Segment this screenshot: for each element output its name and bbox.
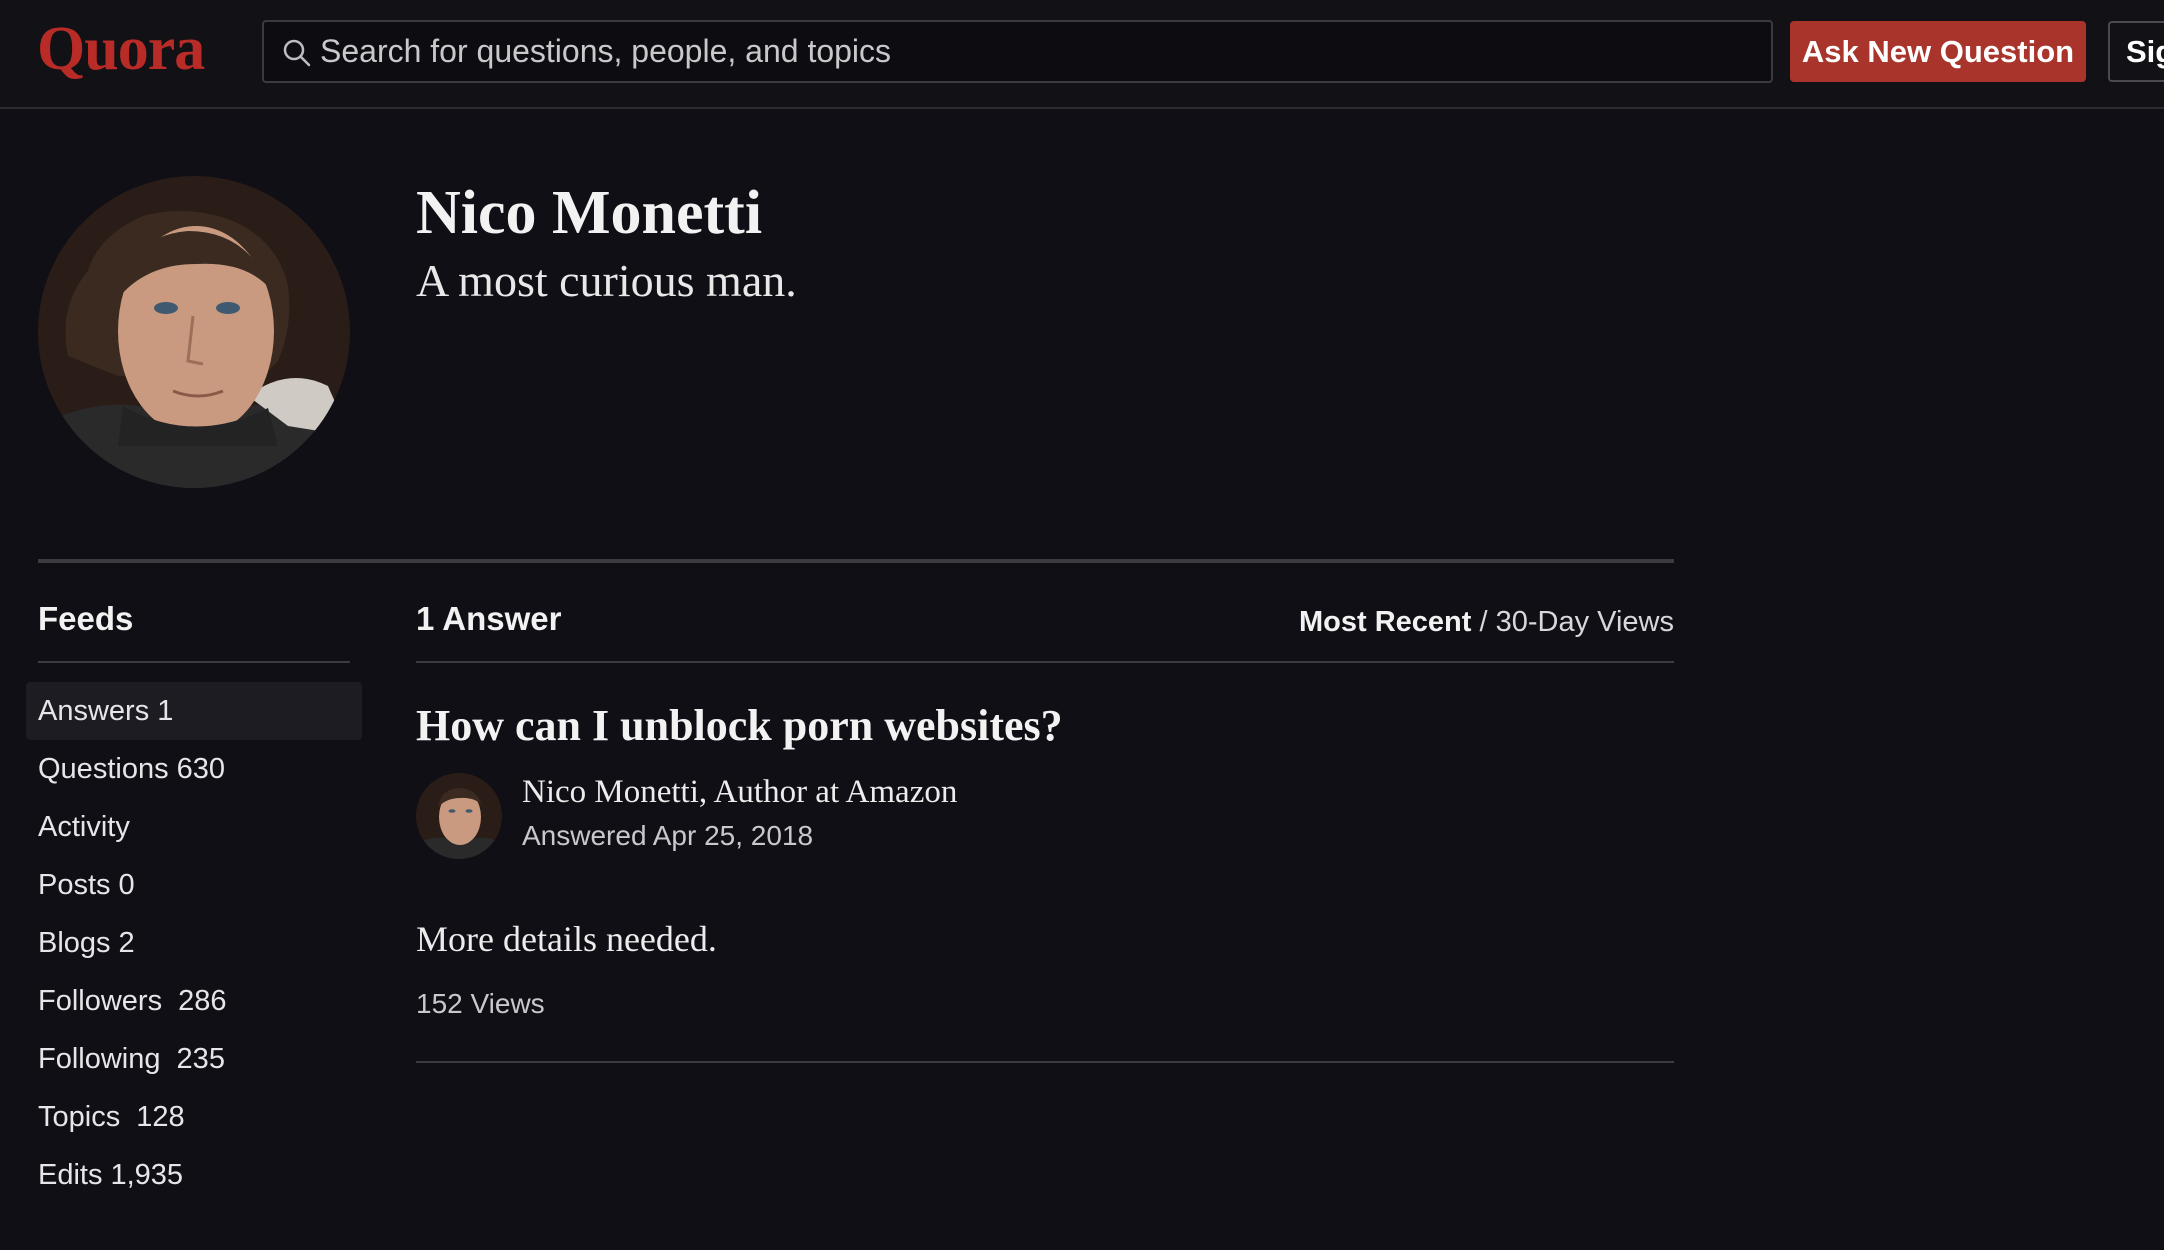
- sort-most-recent[interactable]: Most Recent: [1299, 606, 1471, 638]
- search-icon: [283, 39, 311, 67]
- feed-item-answers[interactable]: Answers 1: [26, 682, 362, 740]
- answer-views: 152 Views: [416, 988, 545, 1019]
- search-box[interactable]: [262, 20, 1773, 83]
- feed-item-following[interactable]: Following 235: [26, 1030, 362, 1088]
- answer-divider: [416, 1061, 1674, 1063]
- feed-item-count: 128: [128, 1101, 185, 1133]
- feed-item-count: 0: [118, 869, 135, 901]
- content-divider: [416, 661, 1674, 663]
- feed-item-label: Edits: [38, 1159, 103, 1191]
- feed-item-label: Topics: [38, 1101, 121, 1133]
- feed-item-followers[interactable]: Followers 286: [26, 972, 362, 1030]
- feed-item-count: 1,935: [110, 1159, 184, 1191]
- profile-avatar: [38, 176, 350, 488]
- author-credential[interactable]: Nico Monetti, Author at Amazon: [522, 774, 957, 811]
- feed-item-topics[interactable]: Topics 128: [26, 1088, 362, 1146]
- ask-new-question-button[interactable]: Ask New Question: [1790, 21, 2086, 82]
- feeds-list: Answers 1 Questions 630 Activity Posts 0 Bl…: [26, 682, 362, 1204]
- profile-name: Nico Monetti: [416, 179, 763, 247]
- feeds-divider: [38, 661, 350, 663]
- sort-30-day-views[interactable]: 30-Day Views: [1496, 606, 1674, 638]
- feed-item-label: Followers: [38, 985, 163, 1017]
- profile-tagline: A most curious man.: [416, 255, 797, 306]
- feed-item-label: Answers: [38, 695, 150, 727]
- top-nav-bar: Quora Ask New Question Sign In: [0, 0, 2164, 109]
- feed-item-count: 286: [170, 985, 227, 1017]
- feed-item-edits[interactable]: Edits 1,935: [26, 1146, 362, 1204]
- feed-item-label: Following: [38, 1043, 161, 1075]
- feed-item-activity[interactable]: Activity: [26, 798, 362, 856]
- feeds-heading: Feeds: [38, 600, 134, 637]
- feed-item-label: Posts: [38, 869, 111, 901]
- feed-item-questions[interactable]: Questions 630: [26, 740, 362, 798]
- question-title[interactable]: How can I unblock porn websites?: [416, 700, 1063, 751]
- feed-item-label: Questions: [38, 753, 169, 785]
- author-avatar[interactable]: [416, 773, 502, 859]
- profile-divider: [38, 559, 1674, 563]
- feed-item-blogs[interactable]: Blogs 2: [26, 914, 362, 972]
- answered-date[interactable]: Answered Apr 25, 2018: [522, 820, 813, 852]
- feed-item-count: 630: [176, 753, 225, 785]
- sort-options: Most Recent / 30-Day Views: [1299, 606, 1674, 639]
- feed-item-count: 2: [118, 927, 135, 959]
- answers-count-heading: 1 Answer: [416, 600, 562, 637]
- feed-item-count: 235: [168, 1043, 225, 1075]
- answer-body: More details needed.: [416, 919, 717, 959]
- sort-separator: /: [1471, 606, 1496, 638]
- feed-item-posts[interactable]: Posts 0: [26, 856, 362, 914]
- feed-item-label: Activity: [38, 811, 130, 843]
- search-input[interactable]: [320, 22, 1760, 81]
- quora-logo[interactable]: Quora: [37, 14, 205, 85]
- feed-item-count: 1: [157, 695, 174, 727]
- sign-in-button[interactable]: Sign In: [2108, 21, 2164, 82]
- feed-item-label: Blogs: [38, 927, 111, 959]
